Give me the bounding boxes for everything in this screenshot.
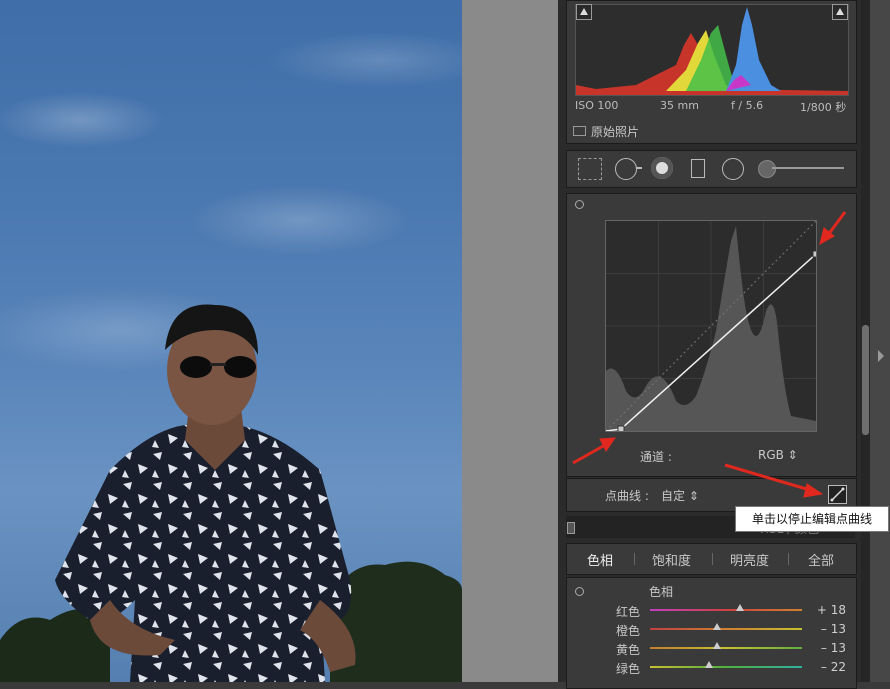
collapse-panel-arrow-icon[interactable] (878, 350, 884, 362)
hsl-slider-knob[interactable] (712, 623, 721, 630)
hsl-slider-value[interactable]: – 13 (812, 641, 846, 655)
spot-removal-icon[interactable] (615, 158, 637, 180)
hsl-slider-track[interactable] (650, 647, 802, 649)
red-eye-icon[interactable] (651, 157, 673, 179)
tab-hue[interactable]: 色相 (587, 550, 613, 569)
hsl-slider-track[interactable] (650, 628, 802, 630)
hsl-slider-label: 黄色 (616, 643, 641, 657)
hsl-slider-label: 红色 (616, 605, 641, 619)
point-curve-label: 点曲线 : (605, 489, 649, 503)
hsl-slider-knob[interactable] (712, 642, 721, 649)
adjustment-brush-icon[interactable] (758, 160, 776, 178)
curve-edit-icon (830, 487, 845, 502)
channel-label: 通道 : (640, 450, 672, 464)
original-photo-checkbox[interactable] (573, 126, 586, 136)
hsl-slider-label: 绿色 (616, 662, 641, 676)
edit-point-curve-button[interactable] (828, 485, 847, 504)
hsl-slider-row: 黄色 – 13 (566, 639, 856, 657)
graduated-filter-icon[interactable] (691, 159, 705, 178)
photo-content (0, 304, 462, 682)
right-panel-edge (870, 0, 890, 682)
hsl-target-adjust-icon[interactable] (575, 587, 584, 596)
photo-preview[interactable] (0, 0, 462, 682)
tab-all[interactable]: 全部 (808, 550, 834, 569)
hsl-slider-value[interactable]: + 18 (812, 603, 846, 617)
channel-select[interactable]: RGB ⇕ (758, 448, 798, 462)
edit-curve-tooltip: 单击以停止编辑点曲线 (735, 506, 889, 532)
tool-strip (566, 150, 857, 188)
tone-curve-graph[interactable] (605, 220, 820, 433)
tab-saturation[interactable]: 饱和度 (652, 550, 691, 569)
hsl-slider-track[interactable] (650, 666, 802, 668)
shutter-value: 1/800 秒 (800, 101, 847, 114)
panel-scrollbar[interactable] (861, 0, 870, 682)
histogram-graph[interactable] (575, 4, 849, 96)
crop-overlay-icon[interactable] (578, 158, 602, 180)
hsl-slider-row: 红色 + 18 (566, 601, 856, 619)
tab-divider (788, 553, 789, 565)
point-curve-select[interactable]: 自定 ⇕ (661, 487, 699, 504)
tab-divider (634, 553, 635, 565)
hsl-slider-knob[interactable] (735, 604, 744, 611)
highlight-clipping-toggle-icon[interactable] (832, 4, 848, 20)
tab-luminance[interactable]: 明亮度 (730, 550, 769, 569)
shadow-clipping-toggle-icon[interactable] (576, 4, 592, 20)
aperture-value: f / 5.6 (731, 99, 764, 112)
hsl-slider-track[interactable] (650, 609, 802, 611)
brush-size-slider[interactable] (772, 167, 844, 169)
filmstrip-gutter (462, 0, 558, 682)
spot-removal-arrow-icon (636, 167, 642, 169)
hsl-slider-row: 绿色 – 22 (566, 658, 856, 676)
iso-value: ISO 100 (575, 99, 619, 112)
scrollbar-thumb[interactable] (862, 325, 869, 435)
histogram-chart (576, 7, 848, 95)
tone-curve-chart (605, 220, 820, 433)
hsl-slider-value[interactable]: – 22 (812, 660, 846, 674)
tab-divider (712, 553, 713, 565)
hsl-slider-value[interactable]: – 13 (812, 622, 846, 636)
hsl-slider-row: 橙色 – 13 (566, 620, 856, 638)
target-adjust-icon[interactable] (575, 200, 584, 209)
hsl-section-label: 色相 (649, 585, 674, 599)
original-photo-label: 原始照片 (591, 125, 640, 139)
focal-length-value: 35 mm (660, 99, 699, 112)
panel-toggle-icon[interactable] (567, 522, 575, 534)
hsl-slider-knob[interactable] (705, 661, 714, 668)
radial-filter-icon[interactable] (722, 158, 744, 180)
hsl-slider-label: 橙色 (616, 624, 641, 638)
